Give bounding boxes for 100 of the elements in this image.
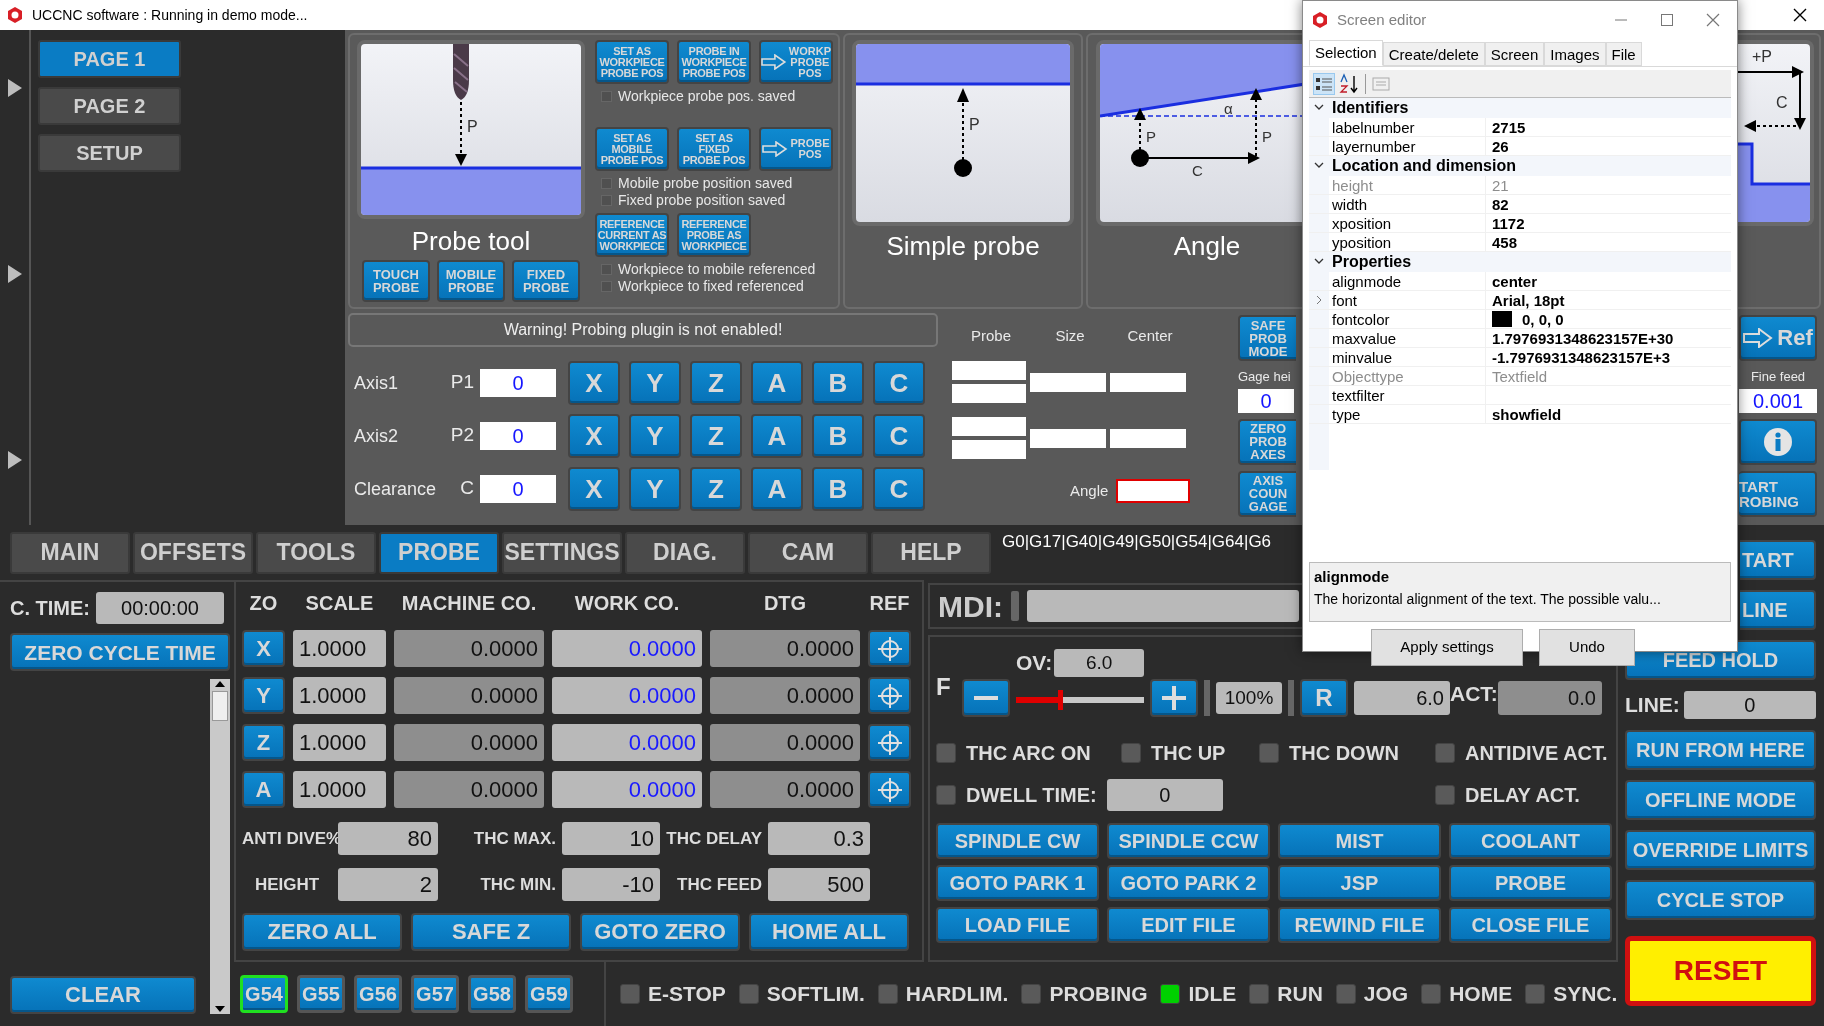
dwell-field[interactable]: 0 [1106,779,1223,811]
tab[interactable]: TOOLS [256,531,376,574]
probe-position-button[interactable]: PROBE POS [759,127,833,171]
property-value[interactable]: 0, 0, 0 [1522,310,1564,328]
machine-function-button[interactable]: COOLANT [1449,823,1612,859]
thc-field[interactable]: 10 [562,822,660,855]
dro-action-button[interactable]: GOTO ZERO [580,913,740,951]
tab[interactable]: Images [1544,42,1606,66]
scroll-thumb[interactable] [212,691,228,721]
scrollbar[interactable] [210,679,230,1014]
axis-button[interactable]: Z [242,724,285,761]
value-field[interactable]: 0 [1238,388,1294,413]
expand-icon[interactable] [1315,295,1323,305]
property-name[interactable]: Objecttype [1329,367,1486,385]
machine-function-button[interactable]: GOTO PARK 2 [1107,865,1270,901]
probe-mode-button[interactable]: FIXED PROBE [512,260,580,302]
info-button[interactable] [1739,418,1817,465]
tab[interactable]: Create/delete [1382,42,1485,66]
reference-button[interactable] [868,771,911,808]
probe-option-button[interactable]: ZERO PROB AXES [1238,418,1296,465]
property-value[interactable]: Arial, 18pt [1486,291,1731,309]
axis-button[interactable]: A [751,466,803,511]
property-value[interactable]: center [1486,272,1731,290]
machine-function-button[interactable]: SPINDLE CW [936,823,1099,859]
probe-action-button[interactable]: SET AS MOBILE PROBE POS [595,127,669,171]
property-value[interactable]: 21 [1486,176,1731,194]
axis-button[interactable]: Y [629,360,681,405]
property-name[interactable]: maxvalue [1329,329,1486,347]
axis-button[interactable]: C [873,413,925,458]
axis-button[interactable]: B [812,466,864,511]
control-button[interactable]: CYCLE STOP [1625,880,1816,920]
property-name[interactable]: minvalue [1329,348,1486,366]
checkbox[interactable] [1259,743,1279,763]
property-name[interactable]: labelnumber [1329,118,1486,136]
decrease-button[interactable] [962,679,1010,717]
dro-action-button[interactable]: SAFE Z [411,913,571,951]
property-name[interactable]: type [1329,405,1486,423]
thc-field[interactable]: -10 [562,868,660,901]
checkbox[interactable] [1435,785,1455,805]
thc-field[interactable]: 500 [768,868,870,901]
work-offset-button[interactable]: G55 [297,975,345,1013]
property-value[interactable]: 458 [1486,233,1731,251]
work-coordinate[interactable]: 0.0000 [552,630,702,667]
tab[interactable]: MAIN [10,531,130,574]
increase-button[interactable] [1150,679,1198,717]
page-button[interactable]: PAGE 2 [38,87,181,125]
reference-button[interactable] [868,677,911,714]
axis-button[interactable]: X [242,630,285,667]
property-name[interactable]: width [1329,195,1486,213]
machine-function-button[interactable]: EDIT FILE [1107,907,1270,943]
value-field[interactable]: 0 [480,421,556,450]
property-name[interactable]: font [1329,291,1486,309]
machine-function-button[interactable]: PROBE [1449,865,1612,901]
work-offset-button[interactable]: G54 [240,975,288,1013]
control-button[interactable]: RUN FROM HERE [1625,730,1816,770]
checkbox[interactable] [936,785,956,805]
machine-function-button[interactable]: REWIND FILE [1278,907,1441,943]
expand-arrow-icon[interactable] [6,78,23,98]
clear-button[interactable]: CLEAR [10,976,196,1014]
tab[interactable]: CAM [748,531,868,574]
tab[interactable]: Screen [1484,42,1545,66]
control-button[interactable]: OFFLINE MODE [1625,780,1816,820]
axis-button[interactable]: A [242,771,285,808]
reference-button[interactable]: Ref [1739,315,1817,361]
expand-arrow-icon[interactable] [6,264,23,284]
tab[interactable]: OFFSETS [133,531,253,574]
axis-button[interactable]: X [568,360,620,405]
axis-button[interactable]: C [873,360,925,405]
axis-button[interactable]: Z [690,466,742,511]
tab[interactable]: HELP [871,531,991,574]
axis-button[interactable]: A [751,360,803,405]
page-button[interactable]: SETUP [38,134,181,172]
zero-cycle-time-button[interactable]: ZERO CYCLE TIME [10,633,230,671]
property-value[interactable]: Textfield [1486,367,1731,385]
value-field[interactable]: 0.001 [1739,388,1817,413]
probe-action-button[interactable]: SET AS FIXED PROBE POS [677,127,751,171]
value-field[interactable]: 0 [480,474,556,503]
work-offset-button[interactable]: G57 [411,975,459,1013]
property-value[interactable]: showfield [1486,405,1731,423]
axis-button[interactable]: Y [629,466,681,511]
control-button[interactable]: TART [1740,540,1816,580]
axis-button[interactable]: Y [629,413,681,458]
property-value[interactable]: 2715 [1486,118,1731,136]
tab[interactable]: SETTINGS [502,531,622,574]
reset-override-button[interactable]: R [1300,679,1348,717]
property-name[interactable]: height [1329,176,1486,194]
apply-button[interactable]: Apply settings [1371,629,1523,666]
machine-function-button[interactable]: SPINDLE CCW [1107,823,1270,859]
probe-mode-button[interactable]: TOUCH PROBE [362,260,430,302]
tab[interactable]: Selection [1309,40,1383,66]
axis-button[interactable]: A [751,413,803,458]
machine-function-button[interactable]: JSP [1278,865,1441,901]
start-probing-button[interactable]: TART ROBING [1739,470,1817,517]
probe-action-button[interactable]: PROBE IN WORKPIECE PROBE POS [677,40,751,84]
work-offset-button[interactable]: G56 [354,975,402,1013]
probe-option-button[interactable]: AXIS COUN GAGE [1238,470,1296,517]
maximize-icon[interactable] [1659,12,1675,28]
expand-arrow-icon[interactable] [6,450,23,470]
machine-function-button[interactable]: LOAD FILE [936,907,1099,943]
page-button[interactable]: PAGE 1 [38,40,181,78]
